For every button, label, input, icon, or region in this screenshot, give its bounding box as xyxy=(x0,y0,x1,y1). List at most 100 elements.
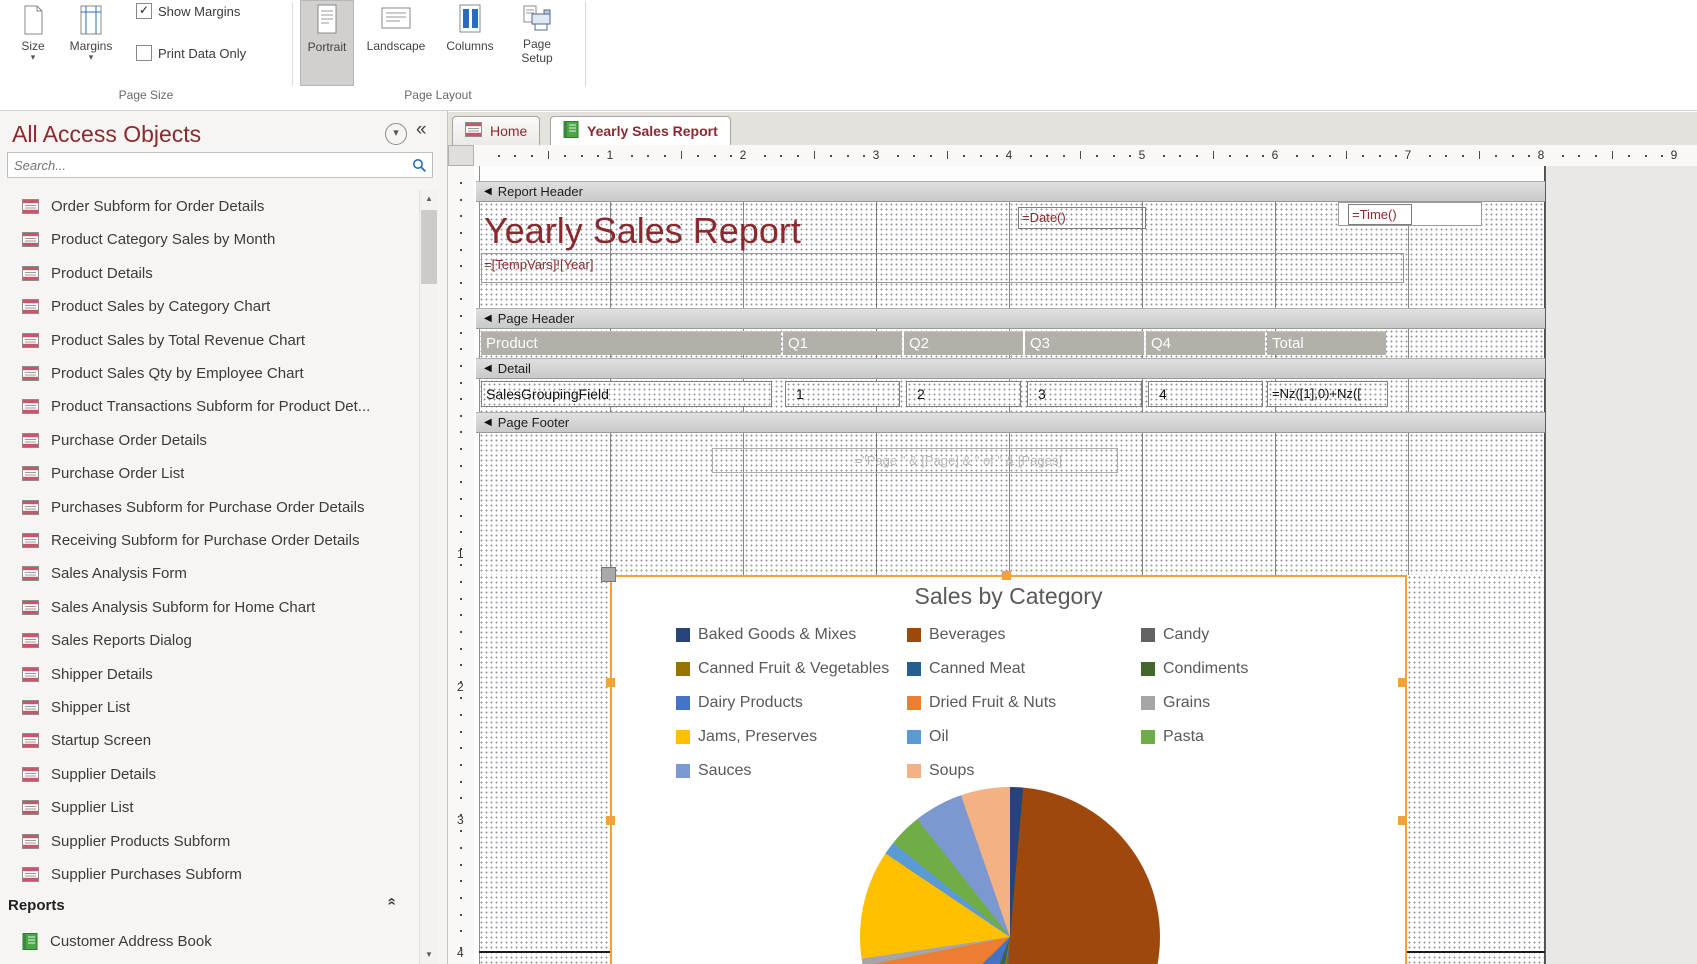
sales-grouping-field-textbox[interactable]: SalesGroupingField xyxy=(481,381,772,407)
scroll-up-icon[interactable]: ▲ xyxy=(420,190,438,208)
nav-item-form[interactable]: Purchase Order Details xyxy=(0,424,412,456)
grid-line xyxy=(1275,433,1276,575)
tab-home[interactable]: Home xyxy=(452,116,540,145)
legend-label: Pasta xyxy=(1163,728,1204,746)
column-header-q3[interactable]: Q3 xyxy=(1025,331,1144,355)
nav-item-form[interactable]: Product Sales by Total Revenue Chart xyxy=(0,324,412,356)
landscape-button[interactable]: Landscape xyxy=(358,0,434,88)
grid-line xyxy=(1142,379,1143,412)
legend-label: Canned Meat xyxy=(929,660,1025,678)
nav-item-form[interactable]: Purchase Order List xyxy=(0,457,412,489)
section-bar-page-header[interactable]: ◀Page Header xyxy=(476,308,1545,329)
nav-item-form[interactable]: Product Details xyxy=(0,257,412,289)
nav-item-label: Startup Screen xyxy=(51,732,151,749)
nav-item-form[interactable]: Purchases Subform for Purchase Order Det… xyxy=(0,491,412,523)
nav-item-form[interactable]: Supplier List xyxy=(0,791,412,823)
collapse-section-icon[interactable]: » xyxy=(382,899,399,905)
margins-icon xyxy=(76,4,106,39)
nav-item-form[interactable]: Receiving Subform for Purchase Order Det… xyxy=(0,524,412,556)
quarter-textbox-q2[interactable]: 2 xyxy=(906,381,1021,407)
major-grid-line xyxy=(479,951,610,953)
page-number-textbox[interactable]: ="Page " & [Page] & " of " & [Pages] xyxy=(712,448,1118,473)
nav-pane-menu-icon[interactable]: ▾ xyxy=(385,123,407,145)
form-icon xyxy=(22,767,39,782)
search-icon[interactable] xyxy=(412,158,432,173)
nav-item-label: Product Sales Qty by Employee Chart xyxy=(51,365,304,382)
nav-item-report[interactable]: Customer Address Book xyxy=(0,925,412,957)
nav-item-form[interactable]: Sales Analysis Subform for Home Chart xyxy=(0,591,412,623)
nav-scrollbar-thumb[interactable] xyxy=(421,210,437,284)
form-icon xyxy=(22,533,39,548)
legend-item: Dried Fruit & Nuts xyxy=(907,694,1056,712)
tab-yearly-sales-report[interactable]: Yearly Sales Report xyxy=(550,116,731,145)
nav-item-label: Product Category Sales by Month xyxy=(51,231,275,248)
page-layout-group-label: Page Layout xyxy=(292,88,584,104)
nav-item-form[interactable]: Supplier Details xyxy=(0,758,412,790)
column-header-q4[interactable]: Q4 xyxy=(1146,331,1265,355)
grid-line xyxy=(1408,379,1409,412)
search-box[interactable] xyxy=(7,152,433,178)
nav-item-form[interactable]: Product Sales Qty by Employee Chart xyxy=(0,357,412,389)
chart-object[interactable]: Sales by Category Baked Goods & MixesBev… xyxy=(610,575,1407,964)
print-data-only-checkbox-box[interactable] xyxy=(136,45,152,61)
section-bar-report-header[interactable]: ◀Report Header xyxy=(476,181,1545,202)
column-header-total[interactable]: Total xyxy=(1267,331,1386,355)
nav-item-report[interactable]: Customer Phone Book xyxy=(0,958,412,964)
total-expression-textbox[interactable]: =Nz([1],0)+Nz([ xyxy=(1267,381,1388,407)
portrait-button[interactable]: Portrait xyxy=(300,0,354,86)
time-expression-textbox[interactable]: =Time() xyxy=(1348,204,1412,225)
nav-item-form[interactable]: Product Category Sales by Month xyxy=(0,223,412,255)
nav-item-form[interactable]: Startup Screen xyxy=(0,724,412,756)
column-header-q1[interactable]: Q1 xyxy=(783,331,902,355)
quarter-textbox-q3[interactable]: 3 xyxy=(1027,381,1142,407)
scroll-down-icon[interactable]: ▼ xyxy=(420,946,438,964)
quarter-textbox-q1[interactable]: 1 xyxy=(785,381,900,407)
legend-label: Jams, Preserves xyxy=(698,728,817,746)
date-expression-textbox[interactable]: =Date() xyxy=(1018,207,1146,229)
section-bar-label: Page Footer xyxy=(498,415,570,430)
nav-item-form[interactable]: Sales Reports Dialog xyxy=(0,624,412,656)
chart-selection-handle-left[interactable] xyxy=(606,816,615,825)
legend-swatch xyxy=(1141,628,1155,642)
legend-item: Canned Meat xyxy=(907,660,1025,678)
nav-scrollbar[interactable]: ▲ ▼ xyxy=(419,190,438,964)
nav-section-reports[interactable]: Reports » xyxy=(0,891,412,919)
chart-selection-handle-right[interactable] xyxy=(1398,816,1407,825)
page-setup-button[interactable]: Page Setup xyxy=(506,0,568,88)
show-margins-checkbox-box[interactable]: ✓ xyxy=(136,3,152,19)
margins-button[interactable]: Margins ▾ xyxy=(62,2,120,88)
chart-selection-handle-right[interactable] xyxy=(1398,678,1407,687)
chart-selection-handle-top[interactable] xyxy=(1002,571,1011,580)
year-expression-textbox[interactable]: =[TempVars]![Year] xyxy=(484,257,664,275)
nav-item-form[interactable]: Shipper List xyxy=(0,691,412,723)
section-bar-page-footer[interactable]: ◀ Page Footer xyxy=(476,412,1545,433)
legend-label: Dairy Products xyxy=(698,694,803,712)
nav-section-label: Reports xyxy=(8,897,65,914)
nav-item-form[interactable]: Product Transactions Subform for Product… xyxy=(0,390,412,422)
search-input[interactable] xyxy=(8,158,412,173)
chart-title: Sales by Category xyxy=(612,583,1405,610)
column-header-product[interactable]: Product xyxy=(481,331,781,355)
chart-resize-handle[interactable] xyxy=(601,567,616,582)
print-data-only-checkbox[interactable]: Print Data Only xyxy=(136,45,246,61)
chart-selection-handle-left[interactable] xyxy=(606,678,615,687)
nav-item-form[interactable]: Product Sales by Category Chart xyxy=(0,290,412,322)
column-header-q2[interactable]: Q2 xyxy=(904,331,1023,355)
show-margins-checkbox[interactable]: ✓ Show Margins xyxy=(136,3,240,19)
nav-item-form[interactable]: Supplier Purchases Subform xyxy=(0,858,412,890)
section-arrow-icon: ◀ xyxy=(484,417,492,428)
size-button[interactable]: Size ▾ xyxy=(8,2,58,88)
nav-item-form[interactable]: Supplier Products Subform xyxy=(0,825,412,857)
ruler-number: 6 xyxy=(1272,148,1279,162)
page-setup-label: Page Setup xyxy=(515,37,559,65)
nav-item-form[interactable]: Sales Analysis Form xyxy=(0,557,412,589)
quarter-textbox-q4[interactable]: 4 xyxy=(1148,381,1263,407)
section-bar-detail[interactable]: ◀Detail xyxy=(476,358,1545,379)
ruler-corner-box[interactable] xyxy=(448,145,474,166)
nav-item-form[interactable]: Shipper Details xyxy=(0,658,412,690)
section-bar-label: Page Header xyxy=(498,311,575,326)
nav-item-form[interactable]: Order Subform for Order Details xyxy=(0,190,412,222)
columns-button[interactable]: Columns xyxy=(438,0,502,88)
report-title-textbox[interactable]: Yearly Sales Report xyxy=(484,210,844,258)
collapse-nav-pane-icon[interactable]: « xyxy=(416,119,427,141)
